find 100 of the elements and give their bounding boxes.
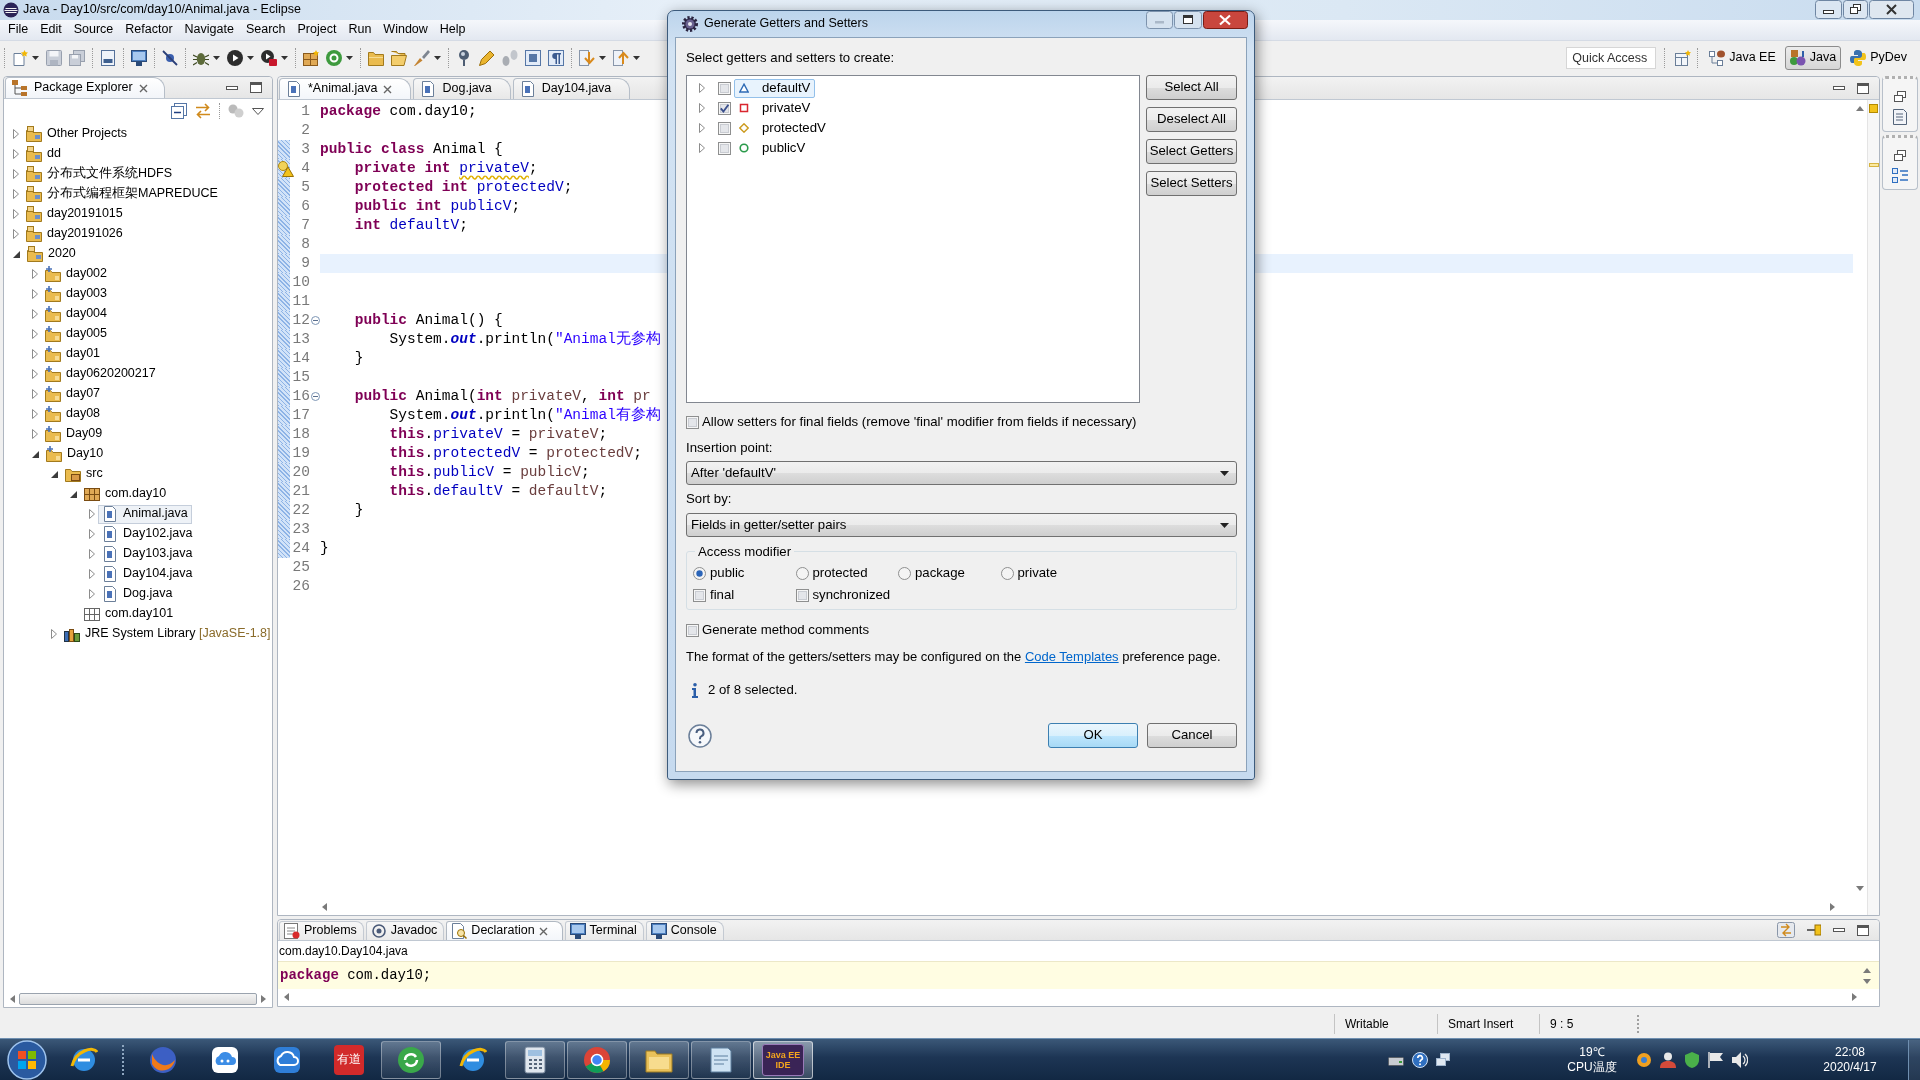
tree-arrow-icon[interactable] bbox=[32, 450, 39, 458]
dialog-button[interactable]: OK bbox=[1048, 723, 1138, 748]
checkbox[interactable] bbox=[718, 81, 731, 95]
dialog-button[interactable]: Cancel bbox=[1147, 723, 1237, 748]
link-toggle-icon[interactable] bbox=[1777, 922, 1795, 938]
minimize-button[interactable] bbox=[1815, 0, 1842, 19]
tree-item[interactable]: Animal.java bbox=[98, 504, 192, 524]
windows-icon[interactable] bbox=[1436, 1053, 1450, 1066]
tree-item[interactable]: day20191026 bbox=[22, 224, 127, 244]
shield-icon[interactable] bbox=[1684, 1051, 1700, 1068]
maximize-icon[interactable] bbox=[250, 82, 262, 93]
editor-tab[interactable]: *Animal.java bbox=[279, 78, 412, 99]
sort-by-dropdown[interactable]: Fields in getter/setter pairs bbox=[686, 513, 1237, 537]
monitor-icon[interactable] bbox=[131, 49, 147, 66]
tree-item[interactable]: day004 bbox=[41, 304, 111, 324]
view-tab[interactable]: Terminal bbox=[564, 921, 644, 940]
menu-item[interactable]: Project bbox=[291, 22, 343, 38]
left-arrow-icon[interactable] bbox=[10, 995, 15, 1003]
tree-item[interactable]: com.day101 bbox=[80, 604, 178, 624]
pin-icon[interactable] bbox=[456, 49, 472, 66]
checkbox[interactable] bbox=[693, 588, 706, 602]
perspective-button[interactable]: Java EE bbox=[1704, 45, 1781, 70]
tree-item[interactable]: day005 bbox=[41, 324, 111, 344]
taskbar-button[interactable] bbox=[629, 1040, 689, 1079]
crossed-dot-icon[interactable] bbox=[162, 49, 178, 66]
grid-box-icon[interactable] bbox=[303, 49, 319, 66]
menu-item[interactable]: Source bbox=[67, 22, 120, 38]
view-tab[interactable]: Declaration bbox=[446, 921, 563, 940]
up-arrow-icon[interactable] bbox=[1863, 967, 1871, 973]
checkbox[interactable] bbox=[718, 141, 731, 155]
radio-button[interactable] bbox=[1000, 566, 1014, 580]
right-arrow-icon[interactable] bbox=[261, 995, 266, 1003]
outline-icon[interactable] bbox=[1892, 168, 1908, 183]
open-folder-icon[interactable] bbox=[391, 49, 407, 66]
close-button[interactable] bbox=[1203, 11, 1248, 29]
tree-arrow-icon[interactable] bbox=[13, 250, 20, 258]
tree-item[interactable]: Day102.java bbox=[98, 524, 197, 544]
taskbar-button[interactable] bbox=[691, 1040, 751, 1079]
tree-item[interactable]: Day09 bbox=[41, 424, 107, 444]
tree-item[interactable]: day08 bbox=[41, 404, 105, 424]
pencil-icon[interactable] bbox=[479, 49, 495, 66]
right-arrow-icon[interactable] bbox=[1830, 902, 1835, 911]
side-button[interactable]: Deselect All bbox=[1146, 107, 1237, 132]
tree-item[interactable]: 2020 bbox=[23, 244, 80, 264]
restore-icon[interactable] bbox=[1894, 91, 1906, 102]
play-toolbox-icon[interactable] bbox=[261, 49, 277, 66]
tree-item[interactable]: Dog.java bbox=[98, 584, 177, 604]
menu-item[interactable]: File bbox=[2, 22, 35, 38]
menu-item[interactable]: Window bbox=[377, 22, 434, 38]
pushpin-icon[interactable] bbox=[1807, 922, 1821, 938]
left-arrow-icon[interactable] bbox=[284, 993, 289, 1001]
side-button[interactable]: Select Setters bbox=[1146, 171, 1237, 196]
tree-item[interactable]: publicV bbox=[734, 138, 811, 158]
flag-icon[interactable] bbox=[1708, 1051, 1724, 1068]
close-icon[interactable] bbox=[538, 926, 548, 936]
tree-item[interactable]: Day10 bbox=[42, 444, 108, 464]
maximize-icon[interactable] bbox=[1857, 82, 1869, 94]
up-arrow-icon[interactable] bbox=[1856, 106, 1864, 111]
tree-item[interactable]: dd bbox=[22, 144, 65, 164]
tree-item[interactable]: 分布式编程框架MAPREDUCE bbox=[22, 184, 222, 204]
minimize-icon[interactable] bbox=[226, 85, 238, 90]
document-icon[interactable] bbox=[100, 49, 116, 66]
radio-button[interactable] bbox=[693, 566, 706, 580]
menu-item[interactable]: Run bbox=[342, 22, 378, 38]
paragraph-icon[interactable] bbox=[548, 49, 564, 66]
side-button[interactable]: Select All bbox=[1146, 75, 1237, 100]
radio-button[interactable] bbox=[898, 566, 911, 580]
notepad-icon[interactable] bbox=[1892, 109, 1908, 125]
caret-icon[interactable] bbox=[32, 55, 39, 60]
maximize-icon[interactable] bbox=[1857, 924, 1869, 936]
tree-item[interactable]: com.day10 bbox=[80, 484, 171, 504]
caret-icon[interactable] bbox=[599, 55, 606, 60]
caret-icon[interactable] bbox=[281, 55, 288, 60]
down-arrow-icon[interactable] bbox=[1856, 886, 1864, 891]
menu-item[interactable]: Refactor bbox=[119, 22, 179, 38]
radio-button[interactable] bbox=[795, 566, 809, 580]
taskbar-button[interactable] bbox=[381, 1040, 441, 1079]
menu-triangle-icon[interactable] bbox=[252, 107, 264, 115]
collapse-all-icon[interactable] bbox=[171, 103, 187, 119]
collapse-icon[interactable] bbox=[310, 316, 320, 325]
play-icon[interactable] bbox=[227, 49, 243, 66]
taskbar-button[interactable] bbox=[505, 1040, 565, 1079]
taskbar-button[interactable]: 有道 bbox=[319, 1040, 379, 1079]
view-tab[interactable]: Package Explorer bbox=[5, 77, 165, 98]
tree-item[interactable]: protectedV bbox=[734, 118, 831, 138]
menu-item[interactable]: Navigate bbox=[178, 22, 240, 38]
menu-item[interactable]: Help bbox=[433, 22, 472, 38]
tree-item[interactable]: day07 bbox=[41, 384, 105, 404]
tree-item[interactable]: day003 bbox=[41, 284, 111, 304]
code-templates-link[interactable]: Code Templates bbox=[1024, 648, 1119, 664]
person-icon[interactable] bbox=[1660, 1051, 1676, 1068]
menu-item[interactable]: Search bbox=[239, 22, 292, 38]
view-tab[interactable]: Javadoc bbox=[365, 921, 445, 940]
minimize-icon[interactable] bbox=[1833, 928, 1845, 932]
caret-icon[interactable] bbox=[346, 55, 353, 60]
tree-item[interactable]: JRE System Library [JavaSE-1.8] bbox=[60, 624, 275, 644]
checkbox[interactable] bbox=[718, 101, 731, 115]
tree-item[interactable]: day0620200217 bbox=[41, 364, 160, 384]
folder-icon[interactable] bbox=[368, 49, 384, 66]
tree-arrow-icon[interactable] bbox=[70, 490, 77, 498]
